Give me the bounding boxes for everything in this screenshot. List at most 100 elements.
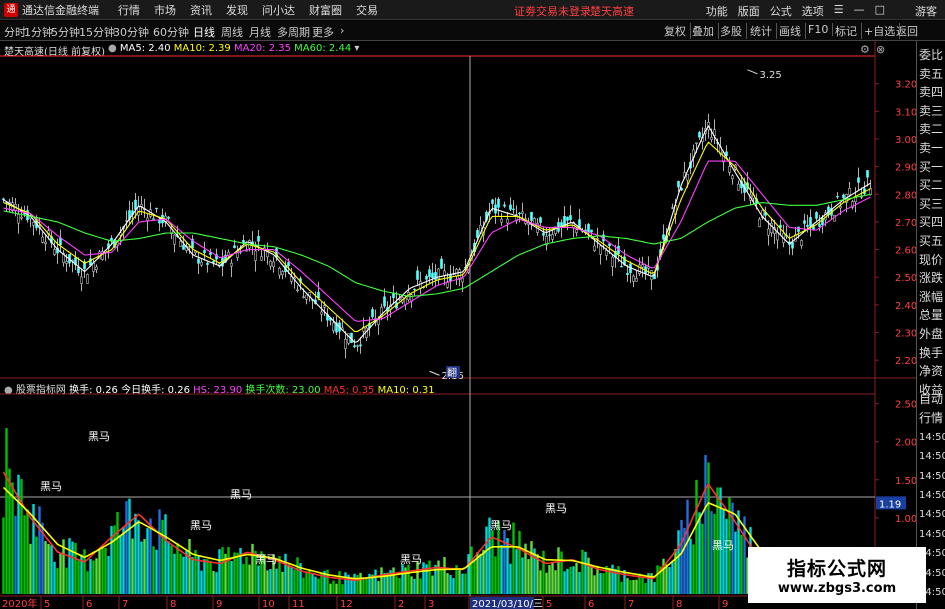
menu-item-market[interactable]: 市场 xyxy=(154,2,176,18)
candle-body xyxy=(866,170,869,178)
turnover-ma5-line xyxy=(2,471,871,582)
menu-item-news[interactable]: 资讯 xyxy=(190,2,212,18)
sub-dot-icon[interactable]: ● xyxy=(4,385,13,396)
sidebar-item[interactable]: 14:50 xyxy=(919,430,945,446)
period-more[interactable]: 更多 xyxy=(312,24,334,40)
sidebar-item[interactable]: 卖五 xyxy=(919,66,945,82)
toolbar-statistics[interactable]: 统计 xyxy=(746,23,777,39)
candle-body xyxy=(257,236,260,242)
turnover-bar xyxy=(584,551,587,594)
candle-body xyxy=(281,271,284,275)
toolbar-multi-stock[interactable]: 多股 xyxy=(716,23,747,39)
toolbar-restore-rights[interactable]: 复权 xyxy=(660,23,691,39)
menu-item-trade[interactable]: 交易 xyxy=(356,2,378,18)
panel-settings-icon[interactable]: ⚙ xyxy=(860,43,870,56)
sidebar-item[interactable]: 买三 xyxy=(919,196,945,212)
more-ma-label[interactable]: ▾ xyxy=(354,43,359,54)
sidebar-item[interactable]: 14:50 xyxy=(919,449,945,465)
sidebar-item[interactable]: 买二 xyxy=(919,177,945,193)
turnover-bar xyxy=(644,582,647,594)
candle-body xyxy=(560,222,563,228)
sidebar-item[interactable]: 外盘 xyxy=(919,326,945,342)
panel-close-icon[interactable]: ⊗ xyxy=(876,43,885,56)
guest-label[interactable]: 游客 xyxy=(915,3,937,19)
period-60min[interactable]: 60分钟 xyxy=(153,24,189,40)
sidebar-item[interactable]: 买四 xyxy=(919,214,945,230)
period-1min[interactable]: 1分钟 xyxy=(24,24,53,40)
candle-body xyxy=(725,151,728,157)
turnover-bar xyxy=(590,565,593,594)
menu-item-ask[interactable]: 问小达 xyxy=(262,2,295,18)
sub-ma5-label: MA5: 0.35 xyxy=(323,385,375,396)
sidebar-item[interactable]: 14:50 xyxy=(919,507,945,523)
sidebar-item[interactable]: 卖三 xyxy=(919,103,945,119)
sidebar-item[interactable]: 卖一 xyxy=(919,140,945,156)
sidebar-item[interactable]: 换手 xyxy=(919,345,945,361)
period-monthly[interactable]: 月线 xyxy=(249,24,271,40)
sidebar-item[interactable]: 卖二 xyxy=(919,121,945,137)
login-notice[interactable]: 证劵交易未登录 xyxy=(514,3,591,19)
menu-item-quotes[interactable]: 行情 xyxy=(118,2,140,18)
turnover-bar xyxy=(743,516,746,594)
period-intraday[interactable]: 分时 xyxy=(4,24,26,40)
more-chevron-icon[interactable]: › xyxy=(340,24,344,37)
maximize-icon[interactable]: □ xyxy=(875,3,885,19)
menu-function[interactable]: 功能 xyxy=(706,3,728,19)
toolbar-overlay[interactable]: 叠加 xyxy=(688,23,719,39)
candle-body xyxy=(41,236,44,243)
candle-body xyxy=(680,188,683,191)
period-15min[interactable]: 15分钟 xyxy=(79,24,115,40)
period-multi[interactable]: 多周期 xyxy=(277,24,310,40)
sidebar-item[interactable]: 14:50 xyxy=(919,469,945,485)
turnover-bar xyxy=(716,487,719,594)
period-30min[interactable]: 30分钟 xyxy=(113,24,149,40)
menu-item-wealth[interactable]: 财富圈 xyxy=(309,2,342,18)
candle-body xyxy=(659,249,662,258)
menu-options[interactable]: 选项 xyxy=(802,3,824,19)
candle-body xyxy=(398,298,401,300)
candle-body xyxy=(464,266,467,269)
sidebar-item[interactable]: 净资 xyxy=(919,363,945,379)
turnover-bar xyxy=(245,556,248,594)
candle-body xyxy=(533,218,536,225)
toolbar-draw[interactable]: 画线 xyxy=(775,23,806,39)
toolbar-mark[interactable]: 标记 xyxy=(831,23,862,39)
turnover-bar xyxy=(380,567,383,594)
sidebar-item[interactable]: 行情 xyxy=(919,410,945,426)
sidebar-item[interactable]: 总量 xyxy=(919,307,945,323)
turnover-bar xyxy=(362,579,365,594)
candle-body xyxy=(602,234,605,242)
toolbar-back[interactable]: 返回 xyxy=(892,23,922,39)
candle-body xyxy=(644,266,647,274)
menu-item-discover[interactable]: 发现 xyxy=(226,2,248,18)
sidebar-item[interactable]: 自动 xyxy=(919,391,945,407)
sidebar-item[interactable]: 委比 xyxy=(919,47,945,63)
ma-dot-icon[interactable]: ● xyxy=(108,43,117,54)
minimize-icon[interactable]: — xyxy=(854,3,865,19)
candle-body xyxy=(251,241,254,246)
cursor-date-axis-box xyxy=(470,597,534,609)
menu-layout[interactable]: 版面 xyxy=(738,3,760,19)
black-horse-marker: 黑马 xyxy=(490,519,512,532)
sidebar-item[interactable]: 买五 xyxy=(919,233,945,249)
sidebar-item[interactable]: 涨幅 xyxy=(919,289,945,305)
sidebar-item[interactable]: 现价 xyxy=(919,252,945,268)
candle-body xyxy=(266,249,269,258)
turnover-bar xyxy=(242,564,245,594)
candle-body xyxy=(461,278,464,283)
sidebar-item[interactable]: 买一 xyxy=(919,159,945,175)
toolbar-f10[interactable]: F10 xyxy=(804,23,834,36)
period-5min[interactable]: 5分钟 xyxy=(51,24,80,40)
kline-chart[interactable]: 3.20 3.10 3.00 2.90 2.80 2.70 2.60 2.50 2.40 2.30… xyxy=(0,0,945,609)
turnover-bar xyxy=(707,462,710,594)
candle-body xyxy=(98,251,101,260)
menu-formula[interactable]: 公式 xyxy=(770,3,792,19)
sidebar-item[interactable]: 涨跌 xyxy=(919,270,945,286)
turnover-bar xyxy=(614,568,617,594)
sidebar-item[interactable]: 14:50 xyxy=(919,527,945,543)
menu-icon[interactable]: ☰ xyxy=(834,3,844,19)
period-daily[interactable]: 日线 xyxy=(193,24,215,40)
sidebar-item[interactable]: 卖四 xyxy=(919,84,945,100)
period-weekly[interactable]: 周线 xyxy=(221,24,243,40)
sidebar-item[interactable]: 14:50 xyxy=(919,488,945,504)
